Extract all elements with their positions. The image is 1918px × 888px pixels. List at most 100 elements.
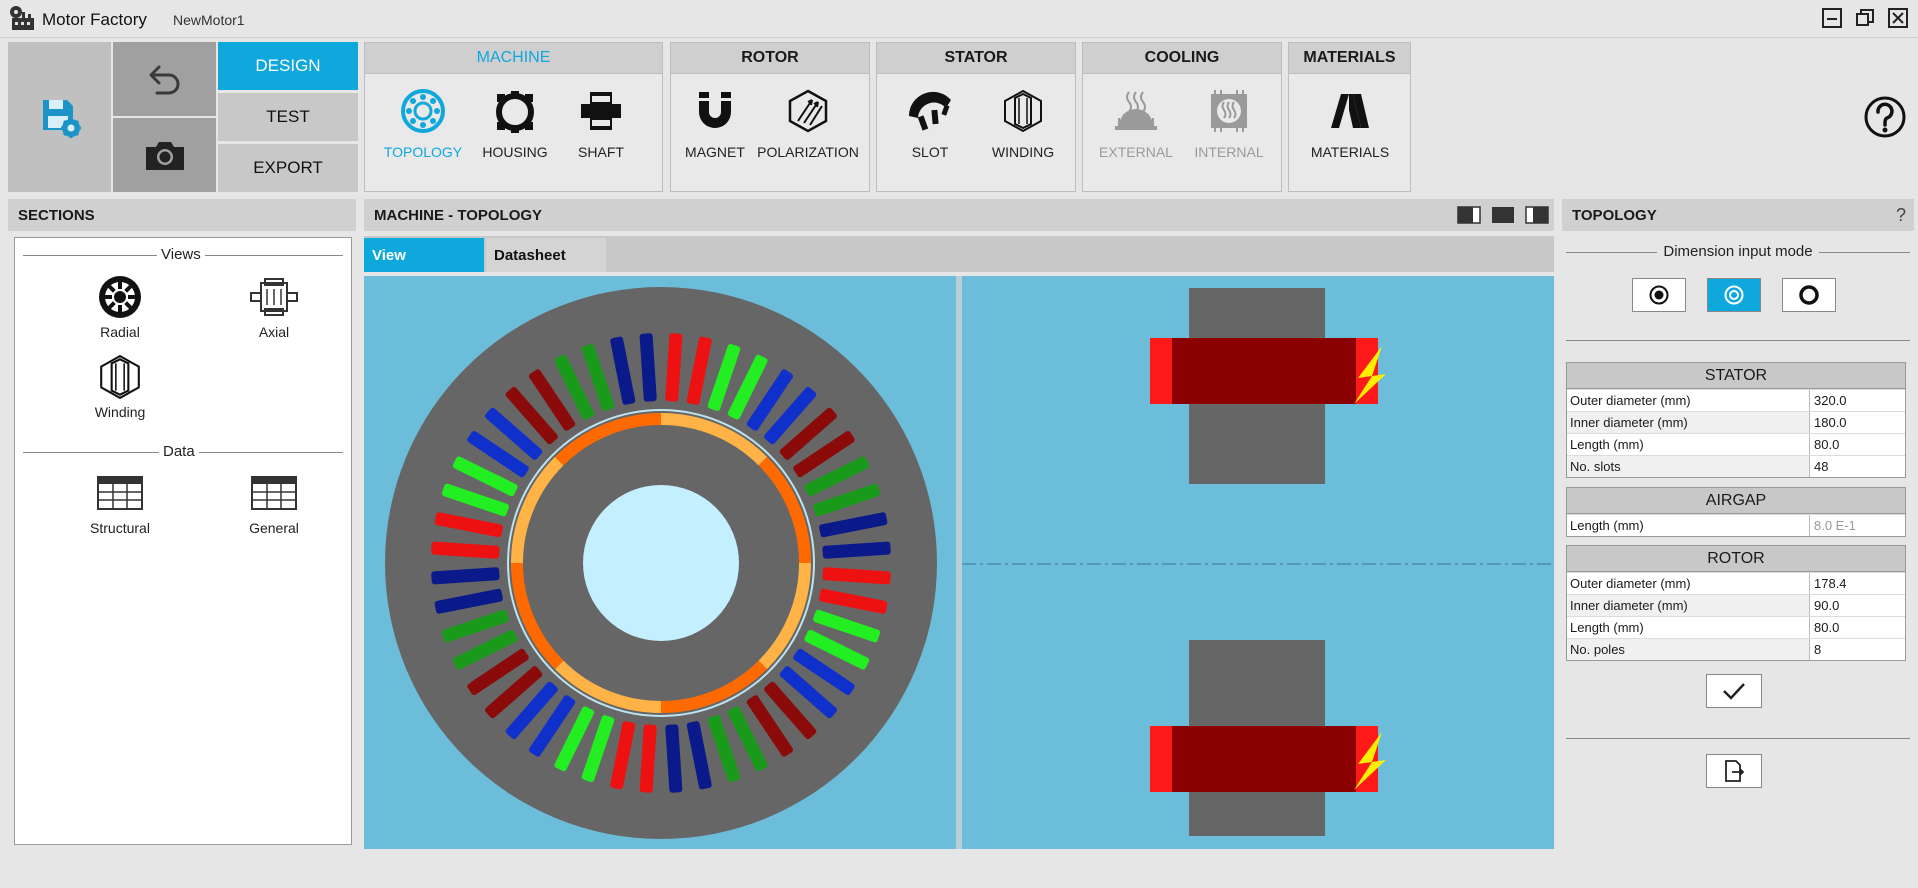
tool-external-cooling[interactable]: EXTERNAL <box>1093 82 1179 182</box>
tool-magnet-label: MAGNET <box>685 144 745 160</box>
checkmark-icon <box>1723 683 1745 700</box>
tool-topology-label: TOPOLOGY <box>383 144 463 160</box>
layout-split-left-icon[interactable] <box>1457 206 1481 224</box>
stator-table-title: STATOR <box>1567 363 1905 389</box>
tool-polarization[interactable]: POLARIZATION <box>757 82 859 182</box>
coil-upper <box>1150 338 1386 404</box>
tool-topology[interactable]: TOPOLOGY <box>380 82 466 182</box>
axial-view-icon <box>250 278 298 316</box>
views-heading: Views <box>157 246 205 263</box>
airgap-table-title: AIRGAP <box>1567 488 1905 514</box>
group-title-machine: MACHINE <box>365 43 662 74</box>
help-icon[interactable] <box>1863 95 1907 139</box>
section-view-axial[interactable]: Axial <box>219 272 329 350</box>
tool-winding[interactable]: WINDING <box>980 82 1066 182</box>
table-row: Length (mm) 80.0 <box>1567 616 1905 638</box>
table-icon <box>251 476 297 510</box>
section-view-winding[interactable]: Winding <box>65 352 175 430</box>
stator-length-input[interactable]: 80.0 <box>1810 434 1905 455</box>
tab-view[interactable]: View <box>364 238 484 272</box>
mode-design-button[interactable]: DESIGN <box>218 42 358 90</box>
layout-switcher <box>1457 206 1549 224</box>
prop-label: Inner diameter (mm) <box>1567 595 1810 616</box>
mode-export-button[interactable]: EXPORT <box>218 144 358 192</box>
apply-button[interactable] <box>1706 674 1762 708</box>
ribbon-group-stator: STATOR SLOT WINDING <box>876 42 1076 192</box>
tool-shaft[interactable]: SHAFT <box>558 82 644 182</box>
axial-cross-section <box>962 288 1554 836</box>
magnet-icon <box>699 92 731 128</box>
topology-help-button[interactable]: ? <box>1896 205 1906 226</box>
layout-full-icon[interactable] <box>1492 207 1514 223</box>
tab-datasheet[interactable]: Datasheet <box>486 238 606 272</box>
prop-label: Length (mm) <box>1567 434 1810 455</box>
group-title-rotor: ROTOR <box>671 43 869 74</box>
group-title-stator: STATOR <box>877 43 1075 74</box>
dim-mode-outer-option[interactable] <box>1782 278 1836 312</box>
section-divider <box>1566 340 1910 341</box>
ring-icon <box>1799 285 1819 305</box>
stator-slots-input[interactable]: 48 <box>1810 456 1905 477</box>
ribbon-group-machine: MACHINE TOPOLOGY HOUSING SHAFT <box>364 42 663 192</box>
undo-button[interactable] <box>113 42 216 116</box>
close-button[interactable] <box>1888 8 1908 28</box>
topology-header: TOPOLOGY ? <box>1562 199 1914 231</box>
table-row: Outer diameter (mm) 178.4 <box>1567 572 1905 594</box>
tool-magnet[interactable]: MAGNET <box>672 82 758 182</box>
rotor-length-input[interactable]: 80.0 <box>1810 617 1905 638</box>
dim-mode-both-option[interactable] <box>1707 278 1761 312</box>
internal-cooling-icon <box>1211 90 1247 132</box>
tool-internal-cooling-label: INTERNAL <box>1194 144 1264 160</box>
group-title-cooling: COOLING <box>1083 43 1281 74</box>
stator-outer-diameter-input[interactable]: 320.0 <box>1810 390 1905 411</box>
export-document-icon <box>1725 760 1745 782</box>
export-topology-button[interactable] <box>1706 754 1762 788</box>
prop-label: Outer diameter (mm) <box>1567 573 1810 594</box>
radial-cross-section <box>385 287 937 839</box>
rotor-table-title: ROTOR <box>1567 546 1905 572</box>
sections-panel: Views Radial Axial Winding Data Structur… <box>14 237 352 845</box>
center-title: MACHINE - TOPOLOGY <box>374 206 543 224</box>
undo-icon <box>149 65 179 95</box>
section-data-general[interactable]: General <box>219 468 329 546</box>
section-view-radial[interactable]: Radial <box>65 272 175 350</box>
center-header: MACHINE - TOPOLOGY <box>364 199 1554 231</box>
rotor-outer-diameter-input[interactable]: 178.4 <box>1810 573 1905 594</box>
tool-housing[interactable]: HOUSING <box>472 82 558 182</box>
tool-slot[interactable]: SLOT <box>887 82 973 182</box>
prop-label: No. poles <box>1567 639 1810 660</box>
rotor-poles-input[interactable]: 8 <box>1810 639 1905 660</box>
tool-materials[interactable]: MATERIALS <box>1307 82 1393 182</box>
screenshot-button[interactable] <box>113 118 216 192</box>
tool-slot-label: SLOT <box>911 144 949 160</box>
layout-split-right-icon[interactable] <box>1525 206 1549 224</box>
view-tabs: View Datasheet <box>364 236 1554 272</box>
mode-test-button[interactable]: TEST <box>218 93 358 141</box>
dim-mode-heading: Dimension input mode <box>1562 243 1914 260</box>
section-data-general-label: General <box>249 520 299 536</box>
topology-title: TOPOLOGY <box>1572 206 1657 224</box>
dim-mode-inner-option[interactable] <box>1632 278 1686 312</box>
action-divider <box>1566 738 1910 739</box>
save-button[interactable] <box>8 42 111 192</box>
section-data-structural[interactable]: Structural <box>65 468 175 546</box>
document-name: NewMotor1 <box>173 12 245 28</box>
table-row: No. poles 8 <box>1567 638 1905 660</box>
restore-button[interactable] <box>1855 8 1875 28</box>
stator-inner-diameter-input[interactable]: 180.0 <box>1810 412 1905 433</box>
table-row: Inner diameter (mm) 180.0 <box>1567 411 1905 433</box>
airgap-length-input[interactable]: 8.0 E-1 <box>1810 515 1905 536</box>
section-view-axial-label: Axial <box>258 324 290 340</box>
ribbon: DESIGN TEST EXPORT MACHINE TOPOLOGY HOUS… <box>0 38 1918 194</box>
tool-internal-cooling[interactable]: INTERNAL <box>1186 82 1272 182</box>
prop-label: No. slots <box>1567 456 1810 477</box>
table-row: Outer diameter (mm) 320.0 <box>1567 389 1905 411</box>
slot-icon <box>908 91 951 131</box>
section-data-structural-label: Structural <box>90 520 150 536</box>
rotor-inner-diameter-input[interactable]: 90.0 <box>1810 595 1905 616</box>
minimize-button[interactable] <box>1822 8 1842 28</box>
radial-view[interactable] <box>364 276 956 849</box>
save-settings-icon <box>42 100 81 138</box>
axial-view[interactable] <box>962 276 1554 849</box>
group-title-materials: MATERIALS <box>1289 43 1410 74</box>
